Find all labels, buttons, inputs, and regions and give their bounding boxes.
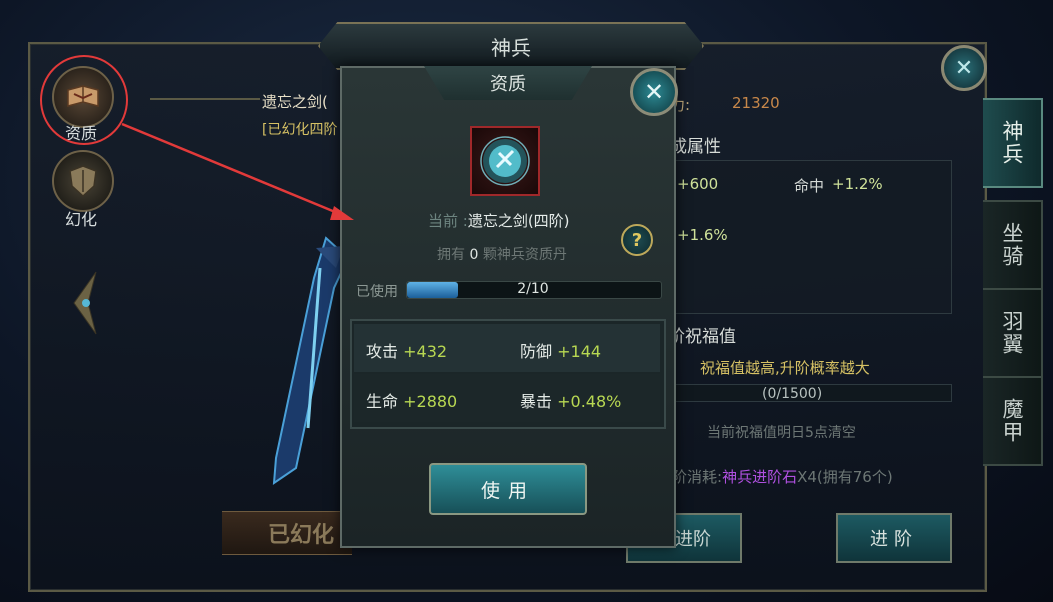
- dialog-title: 资质: [424, 66, 592, 100]
- attribute-value: +1.6%: [677, 226, 728, 244]
- attributes-title: 成属性: [670, 137, 721, 157]
- divider: [150, 98, 260, 100]
- tab-armor[interactable]: 魔甲: [983, 376, 1043, 466]
- shield-icon: [52, 150, 114, 212]
- stat-defense: 防御 +144: [520, 342, 602, 361]
- bless-clear-note: 当前祝福值明日5点清空: [707, 425, 856, 441]
- attribute-value: +600: [677, 175, 719, 193]
- help-icon[interactable]: ?: [621, 224, 653, 256]
- tab-mount[interactable]: 坐骑: [983, 200, 1043, 290]
- bless-count: (0/1500): [762, 386, 823, 402]
- tab-weapon[interactable]: 神兵: [983, 98, 1043, 188]
- used-progress-text: 2/10: [517, 281, 549, 297]
- stat-row: 生命 +2880 暴击 +0.48%: [354, 374, 660, 422]
- left-menu-item-transform[interactable]: 幻化: [52, 150, 116, 230]
- stat-attack: 攻击 +432: [366, 342, 448, 361]
- cost-item-name: 神兵进阶石: [722, 468, 798, 486]
- attribute-value: +1.2%: [832, 175, 883, 193]
- weapon-state: [已幻化四阶: [262, 122, 338, 138]
- highlight-circle: [40, 55, 128, 145]
- close-icon: ✕: [643, 78, 665, 106]
- bless-title: 阶祝福值: [668, 327, 736, 347]
- transformed-button[interactable]: 已幻化: [222, 511, 352, 555]
- advance-cost: 阶消耗:神兵进阶石X4(拥有76个): [672, 468, 893, 486]
- item-icon[interactable]: [470, 126, 540, 196]
- stat-crit: 暴击 +0.48%: [520, 392, 622, 411]
- owned-count: 拥有 0 颗神兵资质丹: [437, 247, 567, 263]
- close-icon: ✕: [954, 55, 974, 81]
- window-close-button[interactable]: ✕: [941, 45, 987, 91]
- used-label: 已使用: [356, 284, 398, 300]
- tab-wings[interactable]: 羽翼: [983, 288, 1043, 378]
- stat-box: 攻击 +432 防御 +144 生命 +2880 暴击 +0.48%: [350, 319, 666, 429]
- use-button[interactable]: 使用: [429, 463, 587, 515]
- weapon-name: 遗忘之剑(: [262, 93, 328, 111]
- current-item-name: 遗忘之剑(四阶): [467, 212, 570, 230]
- bless-hint: 祝福值越高,升阶概率越大: [700, 359, 870, 377]
- stat-row: 攻击 +432 防御 +144: [354, 324, 660, 372]
- window-title: 神兵: [318, 22, 704, 70]
- attribute-label: 命中: [794, 177, 825, 195]
- left-arrow-icon[interactable]: [70, 268, 100, 338]
- current-item: 当前 :遗忘之剑(四阶): [428, 212, 570, 230]
- power-value: 21320: [732, 94, 780, 112]
- stat-hp: 生命 +2880: [366, 392, 458, 411]
- advance-button[interactable]: 进阶: [836, 513, 952, 563]
- left-menu-label: 幻化: [64, 210, 97, 229]
- dialog-close-button[interactable]: ✕: [630, 68, 678, 116]
